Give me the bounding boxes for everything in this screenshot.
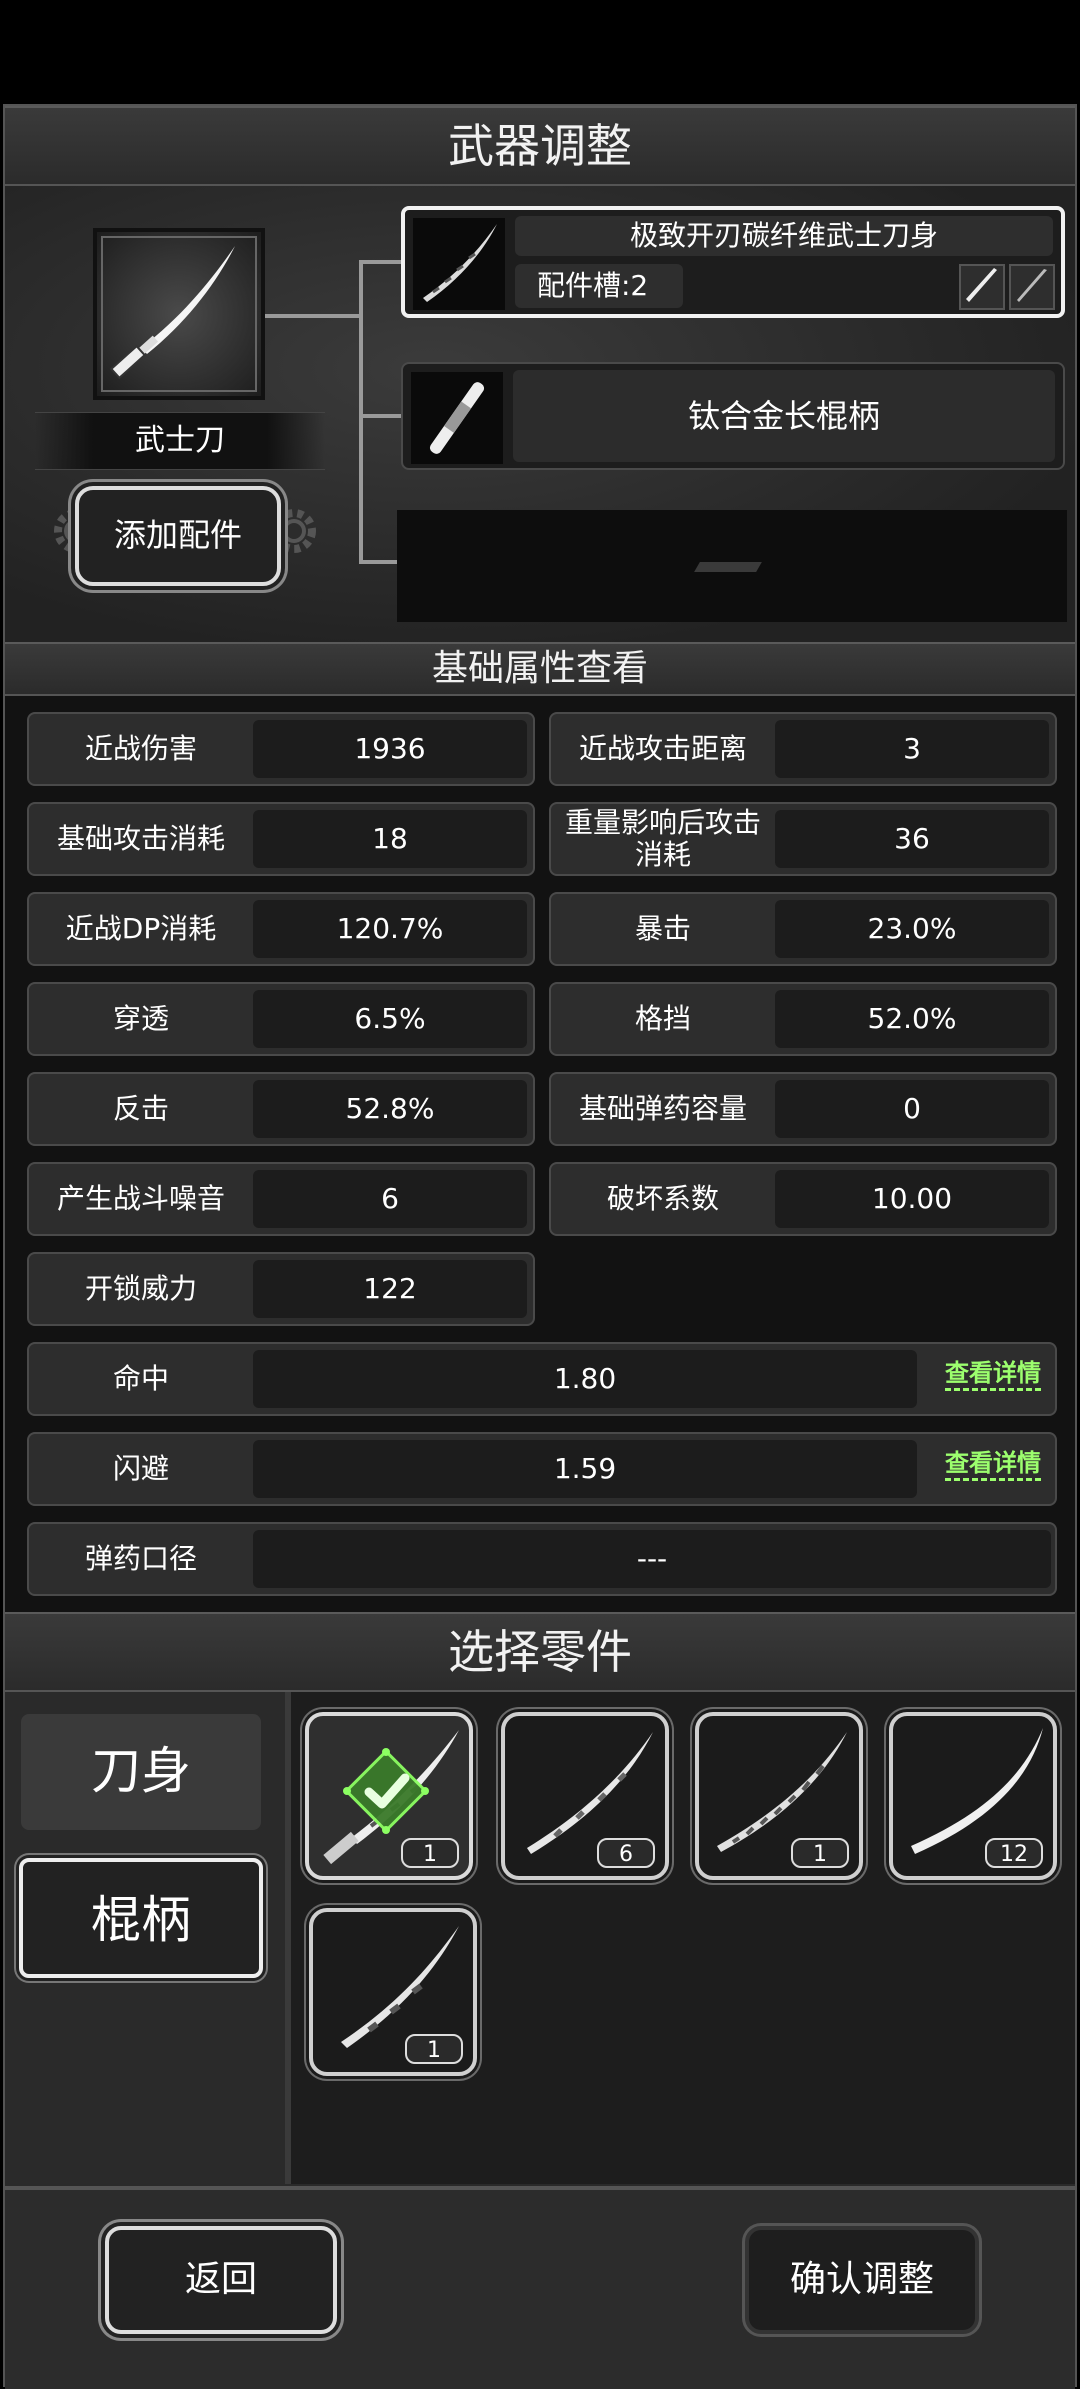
stat-row-hit: 命中 1.80 查看详情 [27,1342,1057,1416]
part-item[interactable]: 6 [501,1712,669,1880]
stat-label: 基础攻击消耗 [56,822,225,855]
part-item[interactable]: 1 [695,1712,863,1880]
stat-row: 重量影响后攻击消耗 36 [549,802,1057,876]
stat-value: 1936 [253,720,527,778]
parts-grid: 1 6 1 12 1 [5,1692,1075,2184]
stat-value: 0 [775,1080,1049,1138]
part-count-badge: 1 [401,1838,459,1868]
stat-label: 反击 [112,1092,169,1125]
connector-line [265,314,361,318]
handle-thumbnail [411,372,503,464]
stat-value: 18 [253,810,527,868]
weapon-portrait [93,228,265,400]
stat-row: 近战DP消耗 120.7% [27,892,535,966]
stat-row: 基础弹药容量 0 [549,1072,1057,1146]
connector-line [359,260,401,264]
connector-line [359,260,363,564]
stat-row: 暴击 23.0% [549,892,1057,966]
stat-label: 重量影响后攻击消耗 [564,806,761,871]
handle-slot[interactable]: 钛合金长棍柄 [401,362,1065,470]
stat-row: 近战攻击距离 3 [549,712,1057,786]
accessory-socket-2[interactable] [1009,264,1055,310]
blade-slot[interactable]: 极致开刃碳纤维武士刀身 配件槽:2 [401,206,1065,318]
stat-row: 近战伤害 1936 [27,712,535,786]
connector-line [359,560,399,564]
stats-grid: 近战伤害 1936 近战攻击距离 3 基础攻击消耗 18 重量影响后攻击消耗 3… [5,696,1075,1612]
handle-name: 钛合金长棍柄 [513,370,1055,462]
confirm-adjust-button[interactable]: 确认调整 [745,2226,979,2334]
accessory-socket-count: 配件槽:2 [515,264,683,308]
part-count-badge: 12 [985,1838,1043,1868]
page-title: 武器调整 [5,106,1075,186]
stat-row: 开锁威力 122 [27,1252,535,1326]
stat-value: 10.00 [775,1170,1049,1228]
stat-label: 穿透 [112,1002,169,1035]
stat-value: 6.5% [253,990,527,1048]
stat-row-caliber: 弹药口径 --- [27,1522,1057,1596]
stat-value: 120.7% [253,900,527,958]
stat-label: 暴击 [634,912,691,945]
selected-check-icon [343,1748,429,1834]
stat-value: 122 [253,1260,527,1318]
blade-icon [1017,269,1047,302]
empty-slot [397,510,1067,622]
view-details-link[interactable]: 查看详情 [945,1358,1041,1391]
footer-bar: 返回 确认调整 [5,2186,1075,2389]
stat-label: 开锁威力 [84,1272,197,1305]
blade-icon [966,268,997,302]
stat-value: 52.8% [253,1080,527,1138]
weapon-assembly-area: 武士刀 添加配件 极致开刃碳纤维武士刀身 配件槽:2 钛合金长棍柄 [5,186,1075,642]
stat-value: 1.80 [253,1350,917,1408]
add-accessory-button[interactable]: 添加配件 [75,486,281,586]
part-count-badge: 1 [791,1838,849,1868]
part-item[interactable]: 1 [309,1908,477,2076]
stat-label: 近战攻击距离 [578,732,747,765]
stat-label: 弹药口径 [84,1542,197,1575]
stat-value: 52.0% [775,990,1049,1048]
stat-value: --- [253,1530,1051,1588]
stat-value: 3 [775,720,1049,778]
handle-icon [429,382,485,454]
blade-thumbnail [413,218,505,310]
stat-row-dodge: 闪避 1.59 查看详情 [27,1432,1057,1506]
stat-row: 格挡 52.0% [549,982,1057,1056]
stat-value: 23.0% [775,900,1049,958]
stat-label: 近战DP消耗 [65,912,217,945]
katana-icon [109,246,235,380]
part-item[interactable]: 12 [889,1712,1057,1880]
part-count-badge: 1 [405,2034,463,2064]
part-item-selected[interactable]: 1 [305,1712,473,1880]
empty-slot-dash [694,562,762,572]
part-count-badge: 6 [597,1838,655,1868]
stat-value: 36 [775,810,1049,868]
weapon-name: 武士刀 [35,412,325,470]
stat-label: 破坏系数 [606,1182,719,1215]
stat-row: 反击 52.8% [27,1072,535,1146]
stat-label: 近战伤害 [84,732,197,765]
view-details-link[interactable]: 查看详情 [945,1448,1041,1481]
stat-value: 6 [253,1170,527,1228]
stat-value: 1.59 [253,1440,917,1498]
stat-row: 基础攻击消耗 18 [27,802,535,876]
stat-label: 闪避 [112,1452,169,1485]
blade-icon [423,224,497,302]
stat-row: 穿透 6.5% [27,982,535,1056]
stats-header: 基础属性查看 [5,642,1075,696]
stat-row: 产生战斗噪音 6 [27,1162,535,1236]
stat-row: 破坏系数 10.00 [549,1162,1057,1236]
stat-label: 基础弹药容量 [578,1092,747,1125]
accessory-socket-1[interactable] [959,264,1005,310]
blade-name: 极致开刃碳纤维武士刀身 [515,216,1053,256]
connector-line [359,414,401,418]
stat-label: 格挡 [634,1002,691,1035]
parts-header: 选择零件 [5,1612,1075,1692]
stat-label: 产生战斗噪音 [56,1182,225,1215]
stat-label: 命中 [112,1362,169,1395]
back-button[interactable]: 返回 [105,2226,337,2334]
